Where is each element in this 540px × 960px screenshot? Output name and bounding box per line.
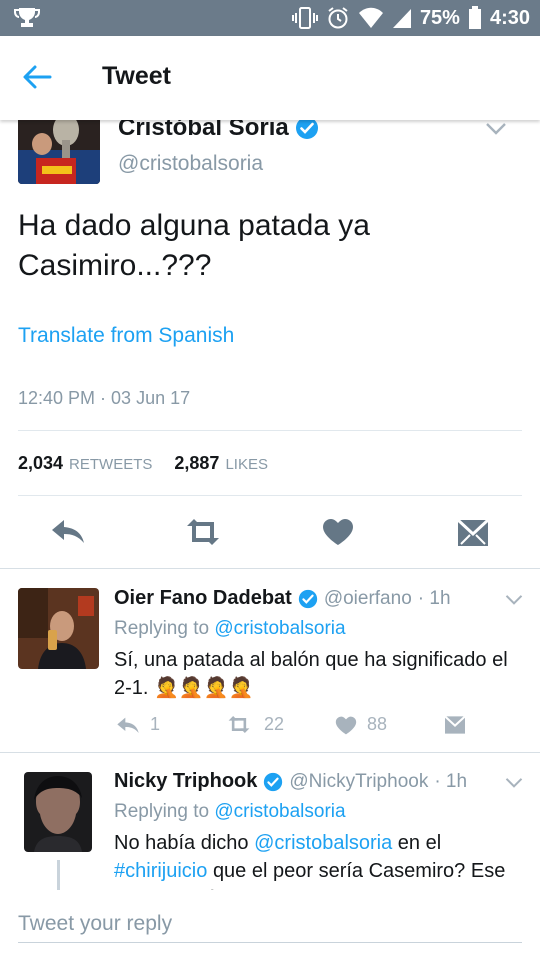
reply-text-part: No había dicho [114, 832, 249, 854]
share-icon[interactable] [444, 715, 466, 735]
clock: 4:30 [489, 6, 530, 29]
divider [18, 495, 522, 496]
retweet-icon[interactable] [226, 715, 252, 734]
reply-author-handle[interactable]: @oierfano [324, 588, 412, 610]
reply-text-part: en el [397, 832, 442, 854]
replying-to: Replying to @cristobalsoria [114, 801, 346, 823]
vibrate-icon [291, 7, 318, 29]
status-bar: 75% 4:30 [0, 0, 540, 36]
page-title: Tweet [102, 62, 171, 90]
hashtag-link[interactable]: #chirijuicio [114, 860, 207, 882]
heart-icon[interactable] [322, 518, 354, 546]
reply-text: Sí, una patada al balón que ha significa… [114, 646, 526, 702]
retweets-label[interactable]: RETWEETS [69, 456, 152, 473]
reply-text: No había dicho @cristobalsoria en el #ch… [114, 829, 526, 890]
divider [0, 568, 540, 569]
chevron-down-icon[interactable] [504, 777, 524, 789]
reply-author-name[interactable]: Nicky Triphook [114, 770, 257, 793]
reply-icon[interactable] [50, 518, 86, 544]
verified-icon [298, 589, 317, 608]
reply-icon[interactable] [116, 716, 140, 734]
facepalm-emoji: 🤦🤦🤦🤦 [154, 677, 254, 699]
reply-count: 1 [150, 714, 161, 734]
likes-label[interactable]: LIKES [225, 456, 268, 473]
author-name[interactable]: Cristóbal Soria [118, 120, 289, 142]
author-row: Cristóbal Soria [118, 120, 319, 142]
app-bar: Tweet [0, 36, 540, 120]
thread-line [57, 860, 60, 890]
replying-mention[interactable]: @cristobalsoria [214, 801, 345, 822]
retweets-count[interactable]: 2,034 [18, 453, 63, 474]
battery-icon [468, 6, 481, 29]
tweet-timestamp: 12:40 PM · 03 Jun 17 [18, 388, 191, 408]
share-icon[interactable] [457, 518, 489, 548]
back-arrow-icon[interactable] [22, 64, 52, 90]
reply-composer: Tweet your reply [0, 890, 540, 960]
avatar[interactable] [18, 120, 100, 184]
avatar[interactable] [24, 772, 92, 852]
signal-icon [392, 9, 411, 28]
replying-to: Replying to @cristobalsoria [114, 618, 346, 640]
reply-text-part: que el peor sería Casemiro? [212, 860, 466, 882]
battery-percent: 75% [419, 6, 460, 29]
heart-icon[interactable] [335, 716, 357, 735]
chevron-down-icon[interactable] [484, 122, 508, 136]
retweet-icon[interactable] [183, 518, 223, 546]
replying-mention[interactable]: @cristobalsoria [214, 618, 345, 639]
wifi-icon [358, 7, 383, 28]
reply-time: · 1h [434, 770, 468, 792]
reply-author-row: Nicky Triphook @NickyTriphook · 1h [114, 770, 467, 793]
replying-prefix: Replying to [114, 801, 210, 822]
reply-author-handle[interactable]: @NickyTriphook [289, 771, 428, 793]
verified-icon [264, 772, 283, 791]
replying-prefix: Replying to [114, 618, 210, 639]
reply-author-name[interactable]: Oier Fano Dadebat [114, 587, 292, 610]
mention-link[interactable]: @cristobalsoria [254, 832, 392, 854]
chevron-down-icon[interactable] [504, 594, 524, 606]
engagement-stats: 2,034 RETWEETS 2,887 LIKES [18, 453, 268, 474]
translate-link[interactable]: Translate from Spanish [18, 324, 234, 348]
avatar[interactable] [18, 588, 99, 669]
author-handle[interactable]: @cristobalsoria [118, 152, 263, 176]
divider [0, 752, 540, 753]
tweet-text: Ha dado alguna patada ya Casimiro...??? [18, 209, 370, 282]
divider [18, 430, 522, 431]
trophy-icon [14, 8, 40, 27]
tweet-detail: Cristóbal Soria @cristobalsoria Ha dado … [0, 120, 540, 890]
verified-icon [295, 120, 318, 139]
reply-author-row: Oier Fano Dadebat @oierfano · 1h [114, 587, 451, 610]
like-count: 88 [367, 714, 388, 734]
reply-input[interactable]: Tweet your reply [18, 912, 522, 943]
reply-time: · 1h [417, 587, 451, 609]
alarm-icon [328, 7, 348, 29]
likes-count[interactable]: 2,887 [174, 453, 219, 474]
retweet-count: 22 [264, 714, 285, 734]
